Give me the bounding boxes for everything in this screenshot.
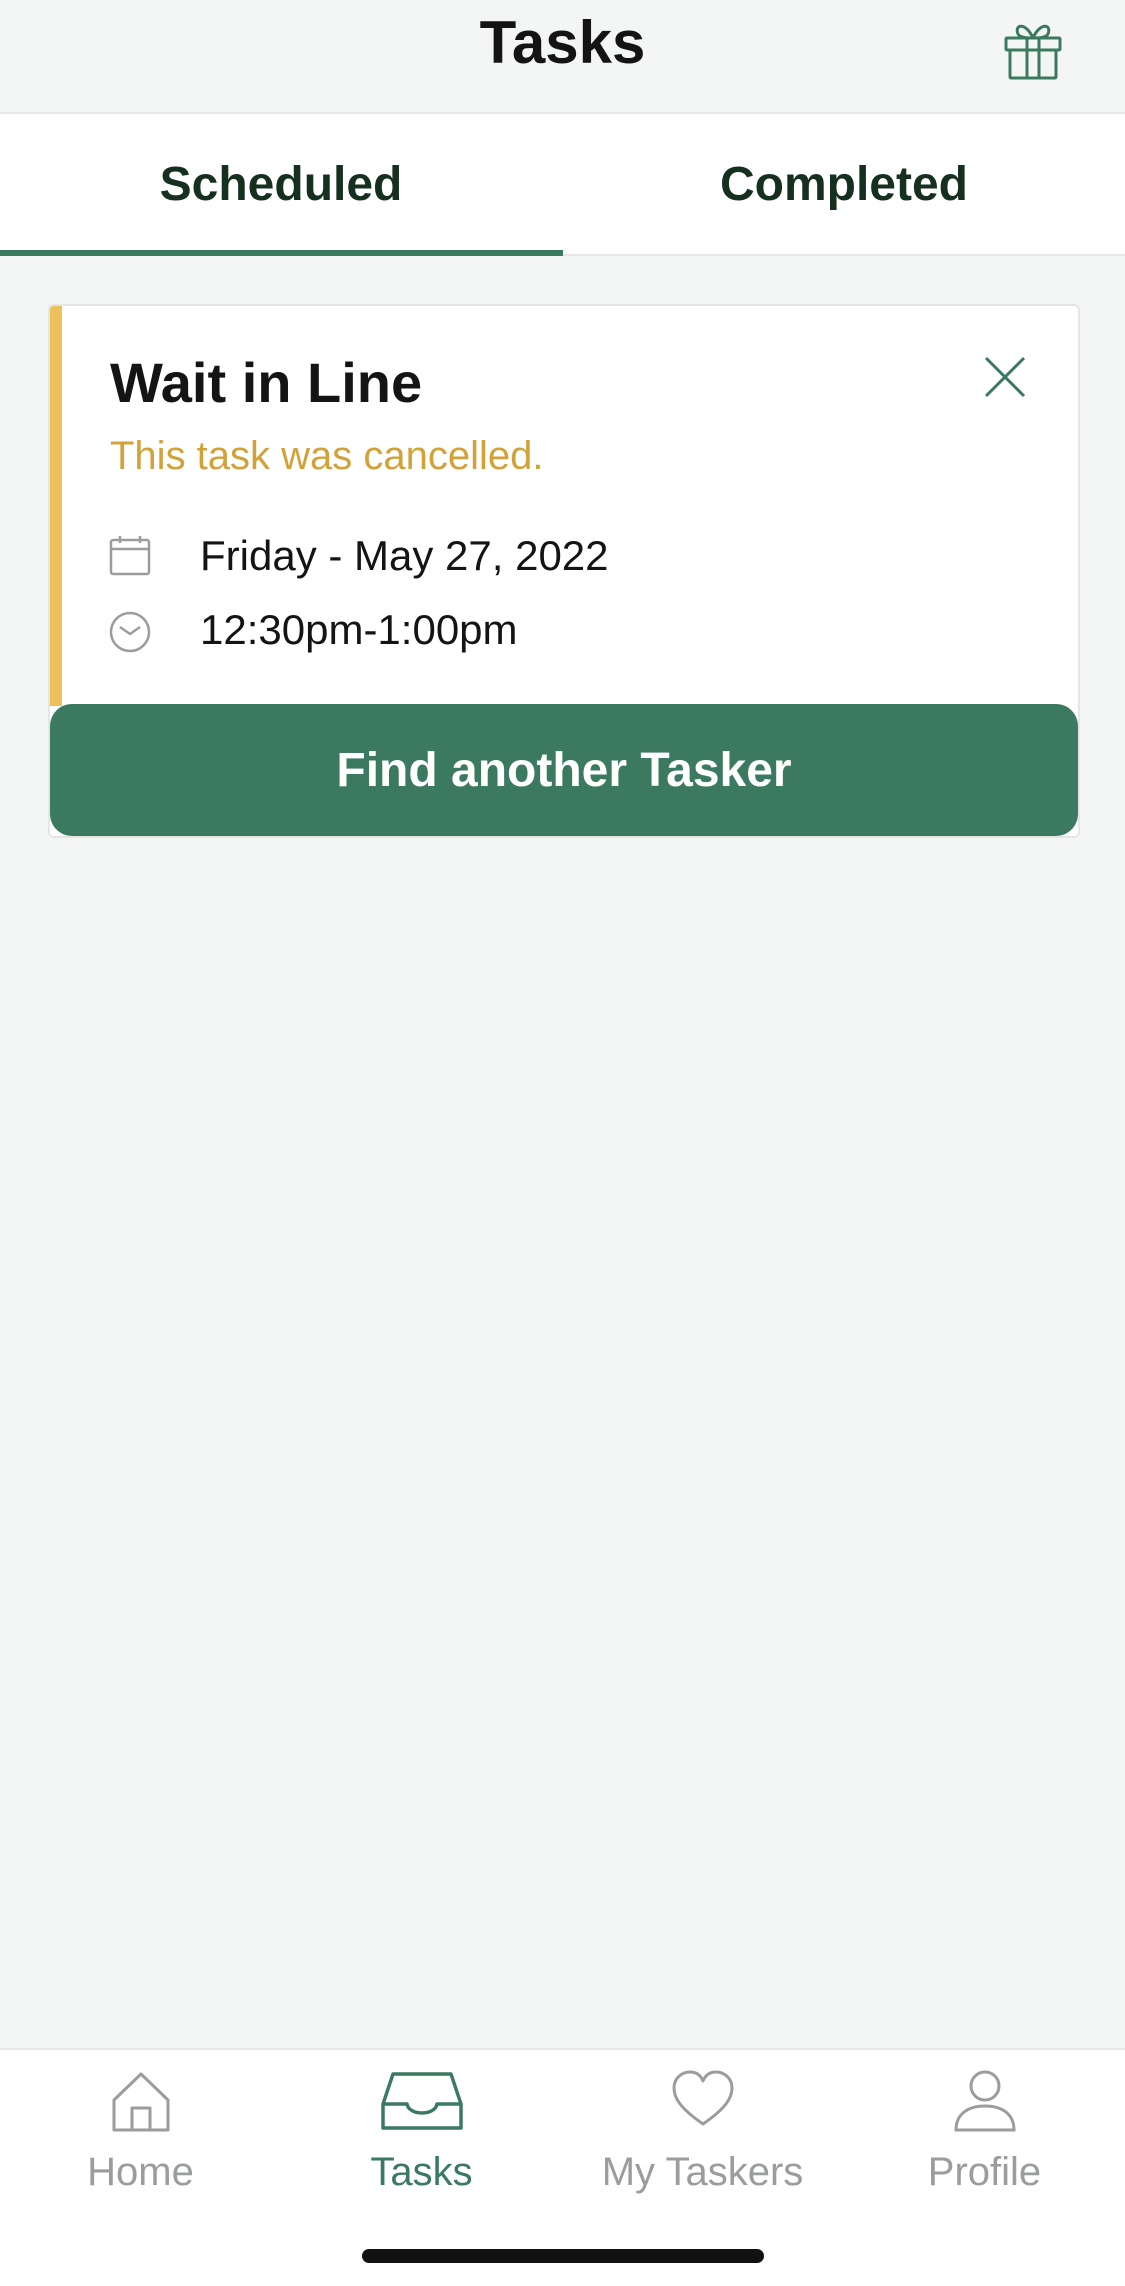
find-another-tasker-button[interactable]: Find another Tasker: [50, 704, 1078, 836]
home-indicator: [362, 2249, 764, 2263]
header-bar: Tasks: [0, 0, 1125, 114]
nav-item-home[interactable]: Home: [0, 2050, 281, 2220]
calendar-icon: [109, 536, 151, 576]
status-accent-bar: [50, 306, 62, 706]
clock-icon: [109, 611, 151, 653]
task-status: This task was cancelled.: [110, 434, 544, 478]
close-icon[interactable]: [980, 352, 1030, 402]
nav-label-tasks: Tasks: [370, 2150, 473, 2194]
home-icon: [112, 2072, 169, 2132]
task-card: Wait in Line This task was cancelled. Fr…: [48, 304, 1080, 838]
page-title: Tasks: [479, 9, 646, 76]
gift-icon[interactable]: [1000, 16, 1066, 82]
nav-item-my-taskers[interactable]: My Taskers: [562, 2050, 843, 2220]
nav-label-profile: Profile: [927, 2150, 1042, 2194]
tab-bar: Scheduled Completed: [0, 114, 1125, 256]
nav-item-tasks[interactable]: Tasks: [281, 2050, 562, 2220]
inbox-icon: [380, 2072, 463, 2130]
task-date: Friday - May 27, 2022: [200, 532, 609, 579]
heart-icon: [672, 2070, 733, 2126]
person-icon: [953, 2070, 1016, 2132]
tab-completed[interactable]: Completed: [563, 114, 1125, 254]
nav-label-my-taskers: My Taskers: [601, 2150, 804, 2194]
bottom-nav: Home Tasks My Taskers Profile: [0, 2048, 1125, 2286]
nav-item-profile[interactable]: Profile: [844, 2050, 1125, 2220]
tab-scheduled[interactable]: Scheduled: [0, 114, 562, 254]
nav-label-home: Home: [87, 2150, 194, 2194]
task-time: 12:30pm-1:00pm: [200, 606, 518, 653]
task-title: Wait in Line: [110, 351, 423, 414]
active-tab-indicator: [0, 250, 563, 256]
